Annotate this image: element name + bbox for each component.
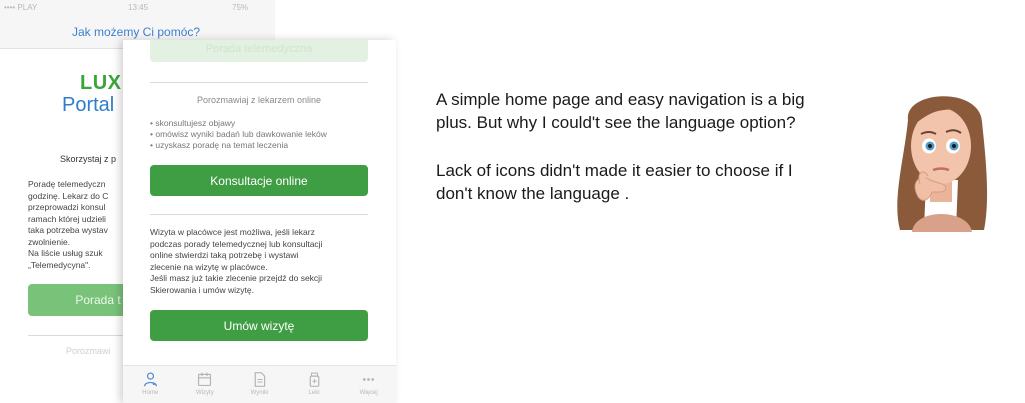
- chat-heading-faded: Porozmawi: [66, 346, 111, 356]
- benefit-item: • uzyskasz poradę na temat leczenia: [150, 140, 289, 150]
- doctor-icon: [143, 372, 157, 387]
- telemedicine-description: Poradę telemedyczn godzinę. Lekarz do C …: [28, 179, 109, 270]
- tab-results[interactable]: Wyniki: [232, 366, 287, 403]
- carrier-label: •••• PLAY: [4, 3, 38, 12]
- review-comment-icons: Lack of icons didn't made it easier to c…: [436, 161, 793, 203]
- tab-home[interactable]: Home: [123, 366, 178, 403]
- logo-portal: Portal: [62, 94, 115, 116]
- tab-label: Wyniki: [250, 390, 269, 396]
- tab-label: Home: [142, 390, 159, 396]
- tab-visits[interactable]: Wizyty: [178, 366, 233, 403]
- tab-medicines[interactable]: Leki: [287, 366, 342, 403]
- tab-more[interactable]: Więcej: [341, 366, 396, 403]
- nav-title: Jak możemy Ci pomóc?: [72, 25, 201, 39]
- bottom-tab-bar: Home Wizyty Wyniki Leki Więcej: [123, 365, 396, 403]
- tab-label: Leki: [308, 390, 320, 396]
- intro-heading: Skorzystaj z p: [60, 154, 117, 164]
- logo-lux: LUX: [80, 72, 122, 94]
- battery-level: 75%: [232, 3, 249, 12]
- visit-info-text: Wizyta w placówce jest możliwa, jeśli le…: [150, 227, 323, 295]
- divider: [150, 214, 368, 215]
- calendar-icon: [198, 372, 212, 387]
- benefit-item: • omówisz wyniki badań lub dawkowanie le…: [150, 129, 327, 139]
- benefit-item: • skonsultujesz objawy: [150, 118, 236, 128]
- online-consultation-button[interactable]: Konsultacje online: [150, 165, 368, 196]
- status-bar: •••• PLAY 13:45 75%: [0, 0, 275, 14]
- chat-with-doctor-heading: Porozmawiaj z lekarzem online: [196, 95, 322, 105]
- more-icon: [363, 378, 375, 381]
- telemedicine-button-faded[interactable]: Porada telemedyczna: [150, 40, 368, 62]
- book-appointment-button[interactable]: Umów wizytę: [150, 310, 368, 341]
- review-comment-navigation: A simple home page and easy navigation i…: [436, 90, 805, 132]
- benefits-list: • skonsultujesz objawy • omówisz wyniki …: [150, 118, 380, 151]
- thinking-avatar-icon: [897, 96, 988, 232]
- tab-label: Wizyty: [196, 390, 214, 396]
- document-icon: [254, 372, 266, 387]
- status-time: 13:45: [128, 3, 149, 12]
- divider: [150, 82, 368, 83]
- tab-label: Więcej: [359, 390, 378, 396]
- foreground-app-screenshot: Porada telemedyczna Porozmawiaj z lekarz…: [123, 40, 396, 403]
- medicine-icon: [309, 372, 319, 387]
